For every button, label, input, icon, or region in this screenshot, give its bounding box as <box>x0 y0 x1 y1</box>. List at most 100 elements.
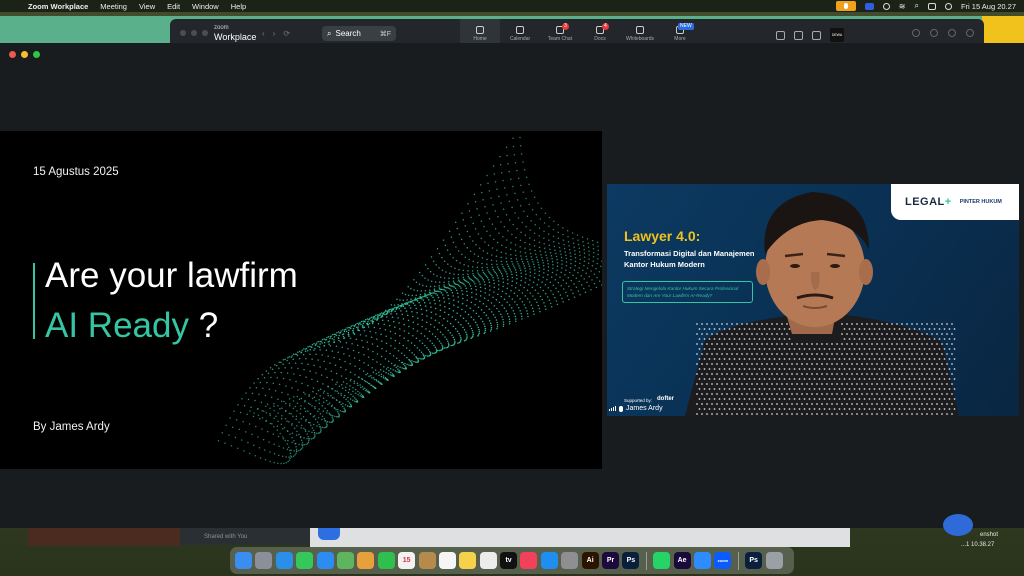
dock-icon-label: Ae <box>677 557 687 564</box>
participant-video-tile[interactable]: LEGAL+ PINTER HUKUM Lawyer 4.0: Transfor… <box>607 184 1019 416</box>
menu-view[interactable]: View <box>139 2 155 11</box>
search-label: Search <box>335 29 361 38</box>
desktop-file-name[interactable]: enshot <box>980 532 998 538</box>
new-badge: NEW <box>678 23 694 30</box>
avatar[interactable]: DEWA <box>830 28 844 42</box>
control-center-icon[interactable] <box>927 2 936 10</box>
dock-icon-label: zoom <box>717 558 729 563</box>
dock-icon-label: Ps <box>626 557 636 564</box>
microphone-in-use-icon[interactable] <box>835 1 856 11</box>
photoshop-icon[interactable]: Ps <box>622 552 640 569</box>
reminders-icon[interactable] <box>438 552 456 569</box>
launchpad-icon[interactable] <box>255 552 273 569</box>
mail-icon[interactable] <box>316 552 334 569</box>
zoom-workplace-icon[interactable]: zoom <box>714 552 732 569</box>
calendar-icon <box>516 26 524 34</box>
supported-by-label: Supported by: <box>624 398 653 403</box>
after-effects-icon[interactable]: Ae <box>673 552 691 569</box>
maps-icon[interactable] <box>336 552 354 569</box>
microphone-icon <box>619 405 623 412</box>
workspace-icon[interactable] <box>794 30 803 40</box>
safari-icon[interactable] <box>275 552 293 569</box>
system-settings-icon[interactable] <box>561 552 579 569</box>
background-window-edge <box>28 528 180 546</box>
tab-label: Docs <box>594 36 606 42</box>
whatsapp-icon[interactable] <box>653 552 671 569</box>
tab-label: Whiteboards <box>625 36 655 42</box>
app-store-icon[interactable] <box>540 552 558 569</box>
logo-text: LEGAL+ <box>905 196 952 208</box>
chevron-down-icon[interactable] <box>318 528 340 540</box>
photoshop-file-icon[interactable]: Ps <box>745 552 763 569</box>
zoom-home-window-controls[interactable] <box>180 30 208 36</box>
history-icon[interactable] <box>912 29 920 37</box>
tab-docs[interactable]: 4 Docs <box>580 19 620 43</box>
window-controls <box>9 51 40 58</box>
freeform-icon[interactable] <box>479 552 497 569</box>
search-icon[interactable]: ⌕ <box>914 1 918 11</box>
ai-companion-icon[interactable] <box>812 30 821 40</box>
dock-separator <box>737 551 739 570</box>
status-area: ≋ ⌕ Fri 15 Aug 20.27 <box>835 0 1016 12</box>
tab-team-chat[interactable]: 3 Team Chat <box>540 19 580 43</box>
partner-logo: PINTER HUKUM <box>959 199 1002 205</box>
slide-date: 15 Agustus 2025 <box>33 166 119 178</box>
tab-label: Home <box>473 36 487 42</box>
tagline-line-1: Strategi Mengelola Kantor Hukum Secara P… <box>627 286 739 291</box>
zoom-app-icon[interactable] <box>693 552 711 569</box>
menu-help[interactable]: Help <box>231 2 246 11</box>
dock-separator <box>645 551 647 570</box>
share-icon[interactable] <box>930 29 938 37</box>
finder-icon[interactable] <box>235 552 252 569</box>
tab-more[interactable]: NEW More <box>660 19 700 43</box>
search-shortcut: ⌘F <box>379 30 391 38</box>
add-icon[interactable] <box>948 29 956 37</box>
tab-label: Team Chat <box>547 36 573 42</box>
background-subtitle: Transformasi Digital dan Manajemen Kanto… <box>624 248 754 270</box>
menu-app-name[interactable]: Zoom Workplace <box>28 2 88 11</box>
participant-name-label: James Ardy <box>609 405 663 412</box>
window-extra-icons <box>912 29 974 37</box>
headline-accent-text: AI Ready <box>45 306 189 345</box>
desktop-file-time[interactable]: ...1 10.38.27 <box>961 542 994 548</box>
facetime-icon[interactable] <box>377 552 395 569</box>
messages-icon[interactable] <box>296 552 314 569</box>
menu-meeting[interactable]: Meeting <box>100 2 127 11</box>
calendar-icon[interactable]: 15 <box>398 552 416 569</box>
focus-icon[interactable] <box>882 2 890 10</box>
tab-calendar[interactable]: Calendar <box>500 19 540 43</box>
illustrator-icon[interactable]: Ai <box>581 552 599 569</box>
menu-window[interactable]: Window <box>192 2 219 11</box>
bell-icon[interactable] <box>776 30 785 40</box>
tab-home[interactable]: Home <box>460 19 500 43</box>
shared-screen-slide: 15 Agustus 2025 Are your lawfirm AI Read… <box>0 131 602 469</box>
notes-brown-icon[interactable] <box>418 552 436 569</box>
menubar-clock[interactable]: Fri 15 Aug 20.27 <box>961 2 1016 11</box>
fullscreen-window-button[interactable] <box>33 51 40 58</box>
notes-icon[interactable] <box>459 552 477 569</box>
input-source-icon[interactable] <box>864 2 874 10</box>
menu-bar: Zoom Workplace Meeting View Edit Window … <box>0 0 1024 12</box>
background-window-bar <box>310 528 850 547</box>
dock-icon-label: Ps <box>749 557 758 564</box>
logo-word: LEGAL <box>905 196 945 208</box>
multiwindow-icon[interactable] <box>966 29 974 37</box>
tab-whiteboards[interactable]: Whiteboards <box>620 19 660 43</box>
zoom-logo-bottom: Workplace <box>214 32 257 42</box>
close-window-button[interactable] <box>9 51 16 58</box>
minimize-window-button[interactable] <box>21 51 28 58</box>
back-forward-icon[interactable]: ‹›⟳ <box>262 29 298 38</box>
subtitle-line-1: Transformasi Digital dan Manajemen <box>624 249 755 258</box>
menu-edit[interactable]: Edit <box>167 2 180 11</box>
unread-badge: 4 <box>602 23 609 30</box>
tab-label: Calendar <box>509 36 531 42</box>
music-icon[interactable] <box>520 552 538 569</box>
photos-icon[interactable] <box>357 552 375 569</box>
premiere-icon[interactable]: Pr <box>602 552 620 569</box>
dotted-wave-graphic <box>217 136 602 465</box>
wifi-icon[interactable]: ≋ <box>899 2 906 11</box>
siri-icon[interactable] <box>944 2 952 10</box>
trash-icon[interactable] <box>765 552 783 569</box>
tv-icon[interactable]: tv <box>500 552 518 569</box>
search-field[interactable]: ⌕ Search ⌘F <box>322 26 396 41</box>
